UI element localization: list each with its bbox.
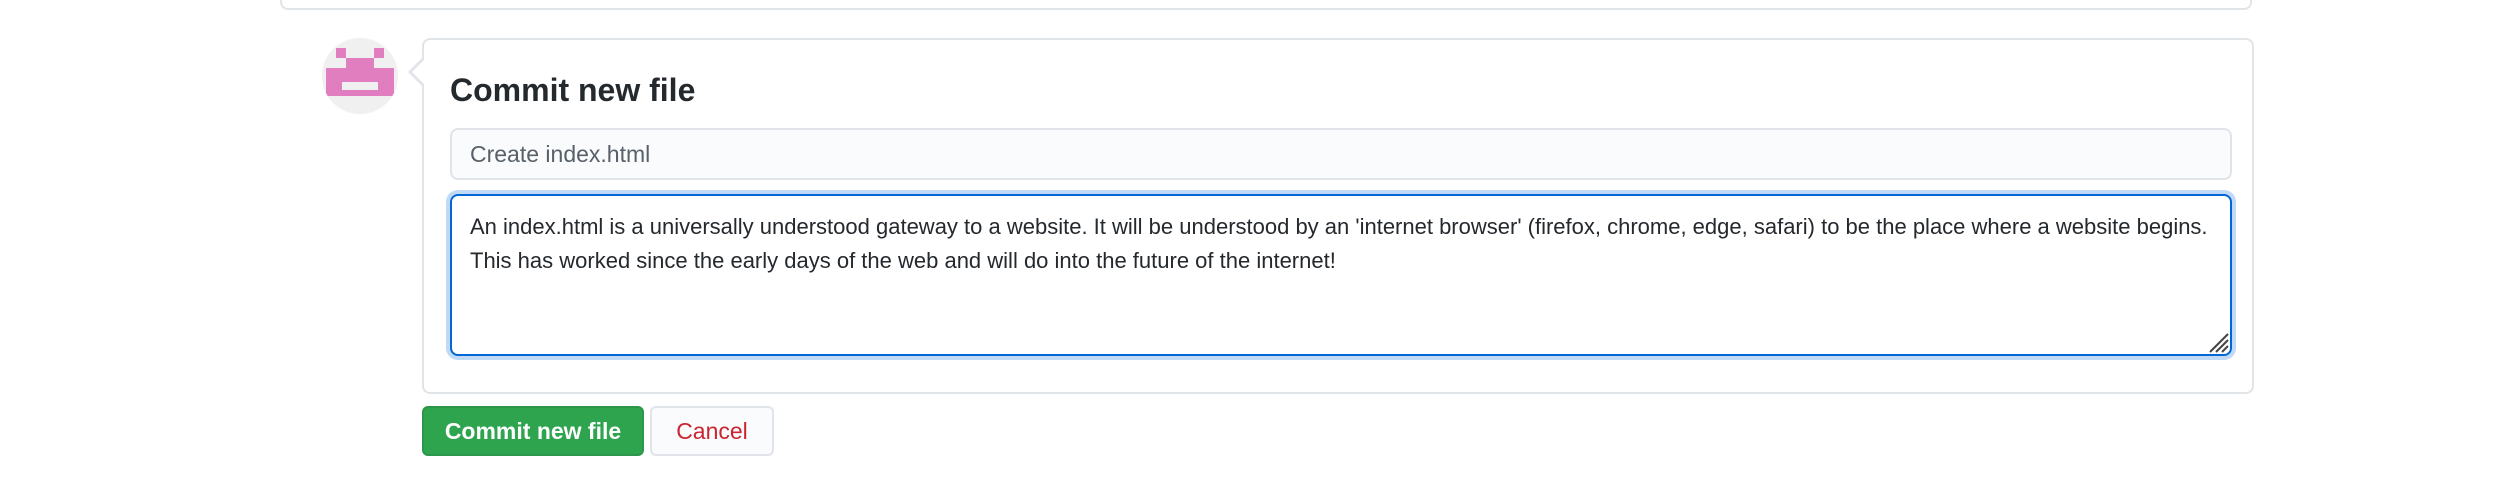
commit-description-textarea[interactable]: An index.html is a universally understoo…: [450, 194, 2232, 356]
avatar: [322, 38, 398, 114]
commit-new-file-button[interactable]: Commit new file: [422, 406, 644, 456]
speech-caret-fill: [412, 60, 424, 84]
commit-title: Commit new file: [450, 72, 696, 108]
identicon-avatar-icon: [322, 38, 398, 114]
commit-summary-input[interactable]: [450, 128, 2232, 180]
commit-form-box: Commit new file An index.html is a unive…: [408, 38, 2254, 394]
previous-panel-edge: [280, 0, 2252, 10]
cancel-button[interactable]: Cancel: [650, 406, 774, 456]
resize-grip-icon[interactable]: [2208, 332, 2230, 354]
